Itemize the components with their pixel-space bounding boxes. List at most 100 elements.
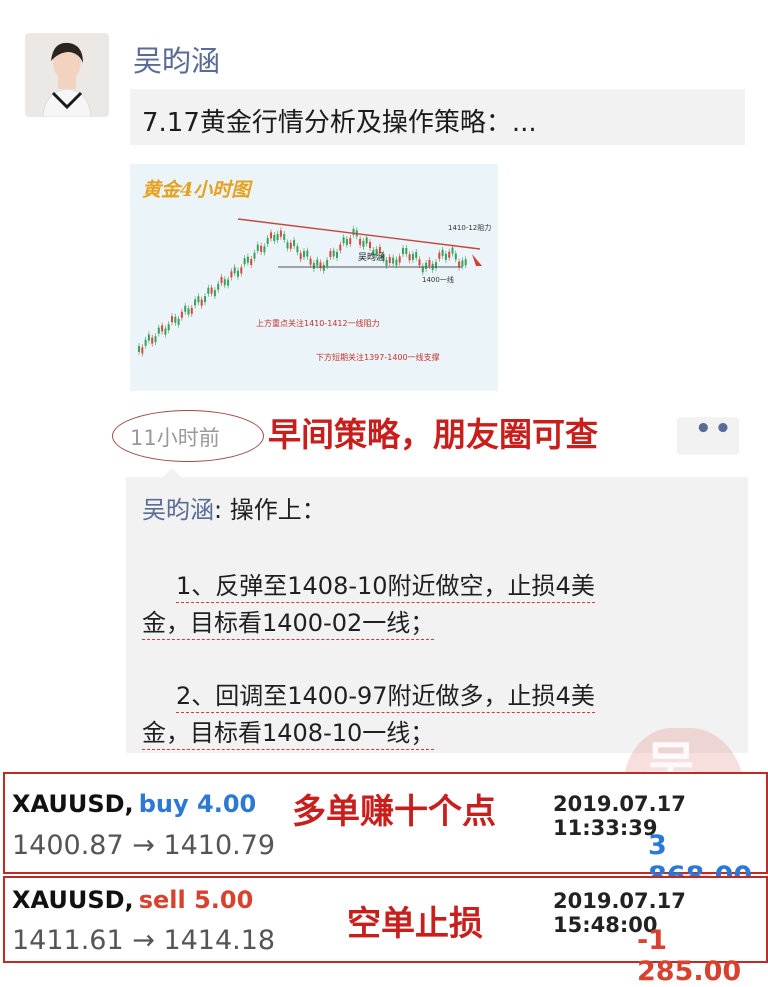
candle-body (157, 327, 160, 334)
annotation-long-profit: 多单赚十个点 (292, 792, 496, 832)
chart-thumbnail[interactable]: 黄金4小时图 1410-12阻力 1400一线 吴昀涵 上方重点关注1410-1… (130, 164, 498, 391)
chart-image-title: 黄金4小时图 (142, 179, 253, 201)
candle-body (411, 253, 414, 260)
candle-body (293, 240, 296, 247)
candle-body (223, 279, 226, 286)
comment-item-2-line-2: 金，目标看1408-10一线； (142, 713, 435, 750)
comment-item-2-line-1: 2、回调至1400-97附近做多，止损4美 (176, 676, 595, 713)
trade-profit: -1 285.00 (637, 925, 742, 987)
candle-body (230, 271, 233, 278)
candle-body (147, 334, 150, 341)
candle-body (220, 277, 223, 284)
candle-body (200, 299, 203, 306)
candle-body (213, 290, 216, 297)
candle-body (336, 251, 338, 258)
candle-body (253, 252, 256, 259)
candle-body (438, 252, 441, 259)
candle-body (408, 254, 411, 261)
candle-body (240, 267, 243, 274)
candle-body (194, 299, 197, 306)
candle-body (329, 251, 332, 258)
candle-body (395, 259, 398, 266)
candle-body (392, 257, 395, 264)
candle-body (233, 267, 236, 274)
candle-body (167, 324, 170, 331)
candle-body (207, 287, 210, 294)
candle-body (171, 316, 173, 323)
candle-body (415, 252, 418, 259)
candle-body (342, 237, 345, 244)
candle-body (289, 242, 292, 249)
candle-body (405, 247, 408, 254)
candle-body (279, 230, 282, 237)
candle-body (177, 318, 180, 325)
trade-symbol: XAUUSD, (12, 886, 134, 914)
candle-body (388, 256, 391, 263)
candle-body (276, 234, 279, 241)
candle-body (398, 256, 401, 263)
avatar[interactable] (25, 33, 109, 117)
trade-1-title: XAUUSD, buy 4.00 (12, 790, 256, 818)
candle-body (303, 251, 305, 258)
candle-body (190, 307, 193, 314)
candle-body (263, 246, 266, 253)
annotation-short-stoploss: 空单止损 (347, 904, 483, 944)
candle-body (164, 328, 167, 335)
candle-body (141, 347, 144, 354)
candle-body (402, 247, 404, 254)
post-author-name[interactable]: 吴昀涵 (133, 38, 220, 80)
trade-symbol: XAUUSD, (12, 790, 134, 818)
annotation-morning-strategy: 早间策略，朋友圈可查 (268, 415, 598, 454)
chart-support-label: 1400一线 (422, 275, 454, 284)
comment-header: 吴昀涵: 操作上： (142, 490, 326, 525)
candle-body (441, 249, 444, 256)
candle-body (184, 305, 187, 312)
candle-body (283, 233, 286, 240)
trade-side: sell 5.00 (138, 886, 254, 914)
candle-body (180, 311, 183, 318)
chart-note-lower: 下方短期关注1397-1400一线支撑 (316, 352, 440, 362)
trade-prices: 1400.87 → 1410.79 (12, 830, 276, 861)
chart-watermark: 吴昀涵 (358, 251, 385, 263)
candle-body (161, 325, 164, 332)
candle-body (451, 247, 454, 254)
candle-body (197, 296, 200, 303)
candle-body (345, 238, 348, 245)
candle-body (138, 346, 140, 352)
candle-body (326, 260, 329, 267)
candle-body (359, 238, 362, 245)
chart-resistance-label: 1410-12阻力 (448, 223, 491, 232)
chart-note-upper: 上方重点关注1410-1412一线阻力 (256, 318, 380, 328)
candle-body (286, 242, 289, 249)
candle-body (464, 259, 467, 266)
candle-body (246, 256, 249, 263)
trade-prices: 1411.61 → 1414.18 (12, 925, 276, 956)
comment-author[interactable]: 吴昀涵 (142, 496, 214, 524)
candle-body (418, 259, 421, 266)
candle-body (461, 260, 464, 267)
candle-body (273, 235, 276, 242)
candle-body (299, 253, 302, 260)
candle-body (210, 287, 213, 294)
candle-body (187, 308, 190, 315)
trade-side: buy 4.00 (138, 790, 257, 818)
candle-body (237, 270, 239, 277)
candle-body (296, 246, 299, 253)
comment-intro: : 操作上： (214, 496, 326, 524)
candle-body (425, 262, 428, 269)
candle-body (306, 250, 309, 257)
candle-body (144, 339, 147, 346)
more-dots-icon[interactable]: •• (695, 414, 734, 444)
post-title[interactable]: 7.17黄金行情分析及操作策略：... (142, 102, 537, 139)
post-timestamp: 11小时前 (130, 426, 220, 450)
candle-body (151, 337, 154, 344)
comment-item-1-line-1: 1、反弹至1408-10附近做空，止损4美 (176, 566, 595, 603)
candle-body (217, 283, 220, 290)
candle-body (444, 253, 447, 260)
candle-body (227, 279, 230, 286)
candle-body (362, 240, 365, 247)
candle-body (454, 253, 457, 260)
candle-body (260, 245, 263, 252)
candle-body (448, 251, 451, 258)
candle-body (428, 259, 431, 266)
